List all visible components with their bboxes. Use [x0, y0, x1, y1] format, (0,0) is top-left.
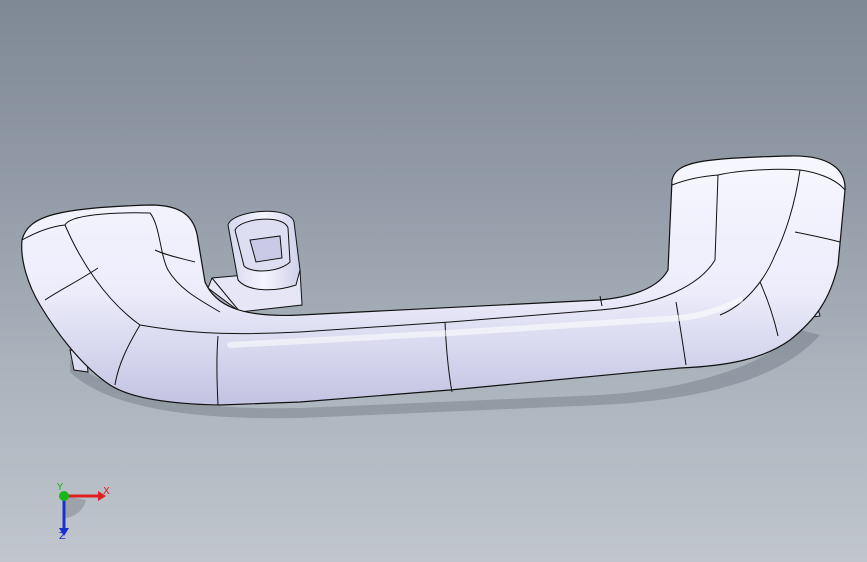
graphics-viewport[interactable]: X Y Z [0, 0, 867, 562]
handle-body[interactable] [21, 155, 846, 406]
mounting-post[interactable] [207, 210, 303, 313]
orientation-triad[interactable]: X Y Z [40, 478, 120, 548]
z-axis-label: Z [59, 531, 66, 542]
y-axis-label: Y [57, 482, 64, 493]
x-axis-label: X [103, 486, 110, 497]
model-view[interactable] [0, 0, 867, 562]
